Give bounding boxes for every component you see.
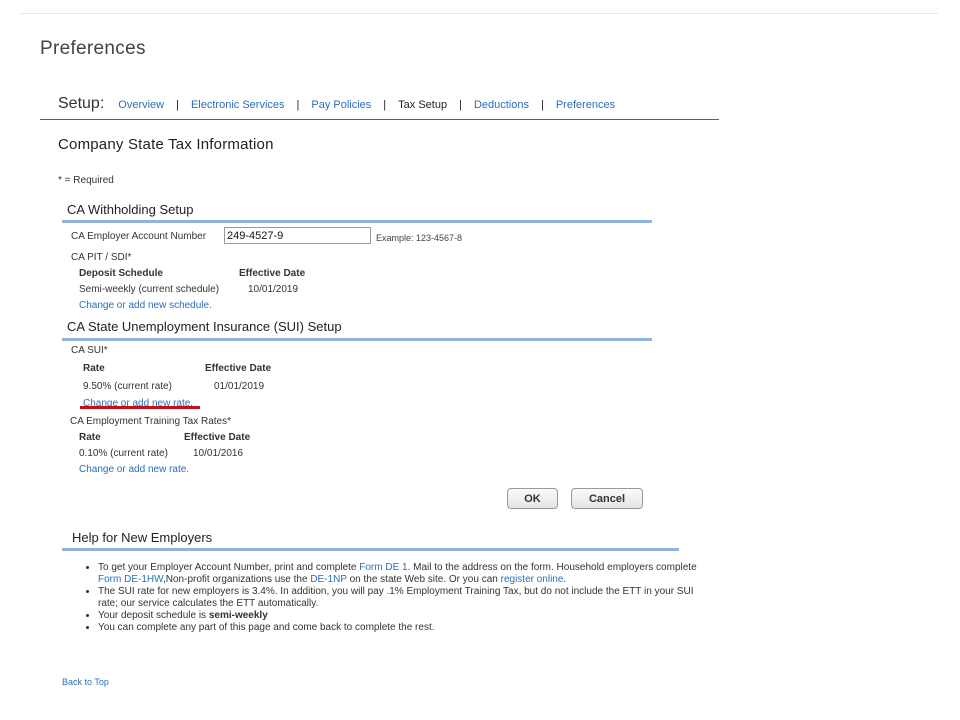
account-number-input[interactable] — [224, 227, 371, 244]
help-list: To get your Employer Account Number, pri… — [80, 562, 698, 634]
help-heading: Help for New Employers — [72, 530, 213, 545]
de1np-link[interactable]: DE-1NP — [310, 574, 347, 585]
help-text: . Mail to the address on the form. House… — [407, 562, 697, 573]
effective-date-header: Effective Date — [239, 268, 306, 279]
schedule-effective-date: 10/01/2019 — [248, 284, 299, 295]
cancel-button[interactable]: Cancel — [571, 488, 643, 509]
help-text: on the state Web site. Or you can — [346, 574, 501, 585]
section-title: Company State Tax Information — [58, 136, 274, 153]
help-item-deposit-schedule: Your deposit schedule is semi-weekly — [98, 610, 698, 622]
nav-separator: | — [459, 99, 462, 111]
deposit-schedule-emphasis: semi-weekly — [208, 610, 268, 621]
withholding-heading: CA Withholding Setup — [67, 202, 194, 217]
withholding-divider — [62, 220, 652, 223]
setup-divider — [40, 119, 719, 120]
setup-label: Setup: — [58, 95, 105, 112]
ok-button[interactable]: OK — [507, 488, 558, 509]
sui-effective-date: 01/01/2019 — [214, 381, 265, 392]
tab-preferences[interactable]: Preferences — [556, 99, 615, 111]
help-item-complete-later: You can complete any part of this page a… — [98, 622, 698, 634]
highlight-underline — [80, 406, 200, 409]
sui-effective-header: Effective Date — [205, 363, 272, 374]
nav-separator: | — [540, 99, 544, 111]
form-de1hw-link[interactable]: Form DE-1HW — [98, 574, 163, 585]
top-divider — [20, 13, 938, 14]
help-item-account-number: To get your Employer Account Number, pri… — [98, 562, 698, 586]
ett-label: CA Employment Training Tax Rates* — [70, 416, 232, 427]
ett-effective-date: 10/01/2016 — [193, 448, 244, 459]
sui-heading: CA State Unemployment Insurance (SUI) Se… — [67, 319, 342, 334]
help-divider — [62, 548, 679, 551]
change-ett-rate-link[interactable]: Change or add new rate. — [79, 464, 189, 475]
back-to-top-link[interactable]: Back to Top — [62, 677, 109, 687]
tab-electronic-services[interactable]: Electronic Services — [191, 99, 285, 111]
sui-label: CA SUI* — [71, 345, 108, 356]
tab-tax-setup: Tax Setup — [398, 99, 448, 111]
nav-separator: | — [296, 99, 300, 111]
form-de1-link[interactable]: Form DE 1 — [359, 562, 407, 573]
page-title: Preferences — [40, 38, 146, 59]
help-item-sui-rate: The SUI rate for new employers is 3.4%. … — [98, 586, 698, 610]
sui-rate-value: 9.50% (current rate) — [83, 381, 172, 392]
sui-rate-header: Rate — [83, 363, 105, 374]
sui-divider — [62, 338, 652, 341]
deposit-schedule-value: Semi-weekly (current schedule) — [79, 284, 220, 295]
ett-rate-header: Rate — [79, 432, 101, 443]
change-schedule-link[interactable]: Change or add new schedule. — [79, 300, 212, 311]
help-text: Your deposit schedule is — [98, 610, 209, 621]
account-number-example: Example: 123-4567-8 — [376, 233, 463, 243]
setup-nav: Setup: Overview | Electronic Services | … — [58, 95, 615, 113]
account-number-label: CA Employer Account Number — [71, 231, 207, 242]
ett-rate-value: 0.10% (current rate) — [79, 448, 168, 459]
register-online-link[interactable]: register online — [501, 574, 564, 585]
help-text: . — [563, 574, 567, 585]
help-text: To get your Employer Account Number, pri… — [98, 562, 360, 573]
ett-effective-header: Effective Date — [184, 432, 251, 443]
required-note: * = Required — [58, 175, 114, 186]
nav-separator: | — [383, 99, 387, 111]
tab-overview[interactable]: Overview — [118, 99, 164, 111]
deposit-schedule-header: Deposit Schedule — [79, 268, 163, 279]
tab-pay-policies[interactable]: Pay Policies — [311, 99, 371, 111]
pit-sdi-label: CA PIT / SDI* — [71, 252, 132, 263]
help-text: ,Non-profit organizations use the — [163, 574, 311, 585]
nav-separator: | — [176, 99, 179, 111]
tab-deductions[interactable]: Deductions — [474, 99, 529, 111]
